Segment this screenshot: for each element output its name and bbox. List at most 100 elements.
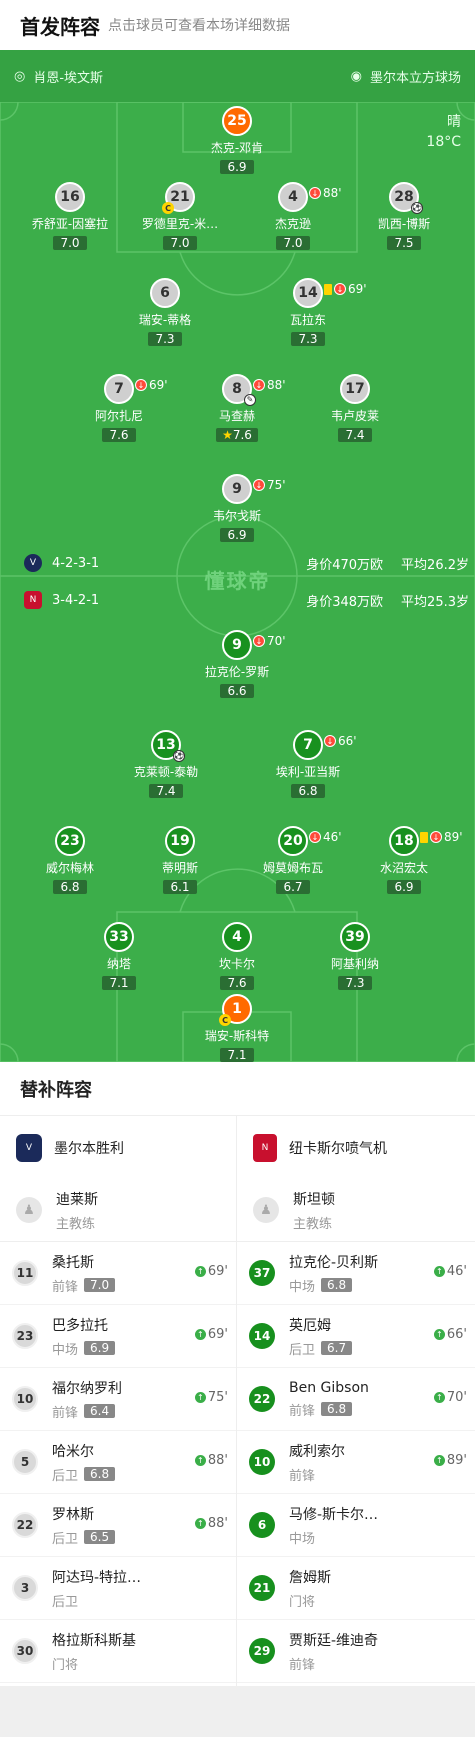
home-subs-column: V 墨尔本胜利 ♟ 迪莱斯 主教练 11 桑托斯 前锋 7.0 ↑ 69' 23 巴多拉托 中场 6…: [0, 1116, 237, 1686]
sub-out-icon: ↓: [430, 831, 442, 843]
player-events: ↓ 88': [309, 186, 342, 200]
away-team-name: 纽卡斯尔喷气机: [289, 1140, 387, 1157]
home-player[interactable]: 9 ↓ 75' 韦尔戈斯 6.9: [177, 474, 297, 543]
player-events: ↓ 69': [135, 378, 168, 392]
pitch: ◎ 肖恩-埃文斯 ◉ 墨尔本立方球场 晴 18°C 懂球帝 V 4-2-3-1 身价…: [0, 50, 475, 1062]
away-player[interactable]: 1 C 瑞安-斯科特 7.1: [177, 994, 297, 1062]
sub-number: 22: [12, 1512, 38, 1538]
page-subtitle: 点击球员可查看本场详细数据: [108, 18, 290, 34]
sub-name: 詹姆斯: [289, 1569, 331, 1586]
sub-name: 阿达玛-特拉…: [52, 1569, 142, 1586]
sub-name: 巴多拉托: [52, 1317, 108, 1334]
sub-in-time: ↑ 69': [194, 1327, 228, 1342]
away-player[interactable]: 33 纳塔 7.1: [59, 922, 179, 991]
player-number: 14: [293, 278, 323, 308]
home-player[interactable]: 21 C 罗德里克-米… 7.0: [120, 182, 240, 251]
away-sub-row[interactable]: 10 威利索尔 前锋 ↑ 89': [237, 1431, 475, 1494]
home-crest-icon: V: [24, 554, 42, 572]
home-sub-row[interactable]: 10 福尔纳罗利 前锋 6.4 ↑ 75': [0, 1368, 236, 1431]
home-sub-row[interactable]: 11 桑托斯 前锋 7.0 ↑ 69': [0, 1242, 236, 1305]
player-rating-value: 7.6: [232, 428, 252, 442]
home-player[interactable]: 6 瑞安-蒂格 7.3: [105, 278, 225, 347]
player-name: 水沼宏太: [379, 861, 428, 875]
player-rating-value: 7.3: [298, 332, 318, 346]
player-rating: 7.0: [276, 236, 310, 250]
player-events: ↓ 89': [420, 830, 463, 844]
home-coach-row[interactable]: ♟ 迪莱斯 主教练: [0, 1179, 236, 1242]
sub-rating: 6.4: [84, 1404, 116, 1418]
away-sub-row[interactable]: 22 Ben Gibson 前锋 6.8 ↑ 70': [237, 1368, 475, 1431]
away-player[interactable]: 7 ↓ 66' 埃利-亚当斯 6.8: [248, 730, 368, 799]
player-name: 瑞安-蒂格: [138, 313, 192, 327]
home-player[interactable]: 8 ✎ ↓ 88' 马查赫 ★7.6: [177, 374, 297, 443]
subs-panel: V 墨尔本胜利 ♟ 迪莱斯 主教练 11 桑托斯 前锋 7.0 ↑ 69' 23 巴多拉托 中场 6…: [0, 1116, 475, 1686]
home-player[interactable]: 14 ↓ 69' 瓦拉东 7.3: [248, 278, 368, 347]
player-rating: 6.9: [220, 528, 254, 542]
away-coach-role: 主教练: [293, 1216, 333, 1232]
goal-ball-icon: ⚽: [411, 202, 423, 214]
player-name: 韦卢皮莱: [330, 409, 379, 423]
home-sub-row[interactable]: 23 巴多拉托 中场 6.9 ↑ 69': [0, 1305, 236, 1368]
away-coach-row[interactable]: ♟ 斯坦顿 主教练: [237, 1179, 475, 1242]
player-number: 9: [222, 630, 252, 660]
away-sub-row[interactable]: 14 英厄姆 后卫 6.7 ↑ 66': [237, 1305, 475, 1368]
home-player[interactable]: 25 杰克-邓肯 6.9: [177, 106, 297, 175]
player-name: 埃利-亚当斯: [275, 765, 341, 779]
home-player[interactable]: 28 ⚽ 凯西-博斯 7.5: [344, 182, 464, 251]
away-player[interactable]: 18 ↓ 89' 水沼宏太 6.9: [344, 826, 464, 895]
away-player[interactable]: 19 蒂明斯 6.1: [120, 826, 240, 895]
home-player[interactable]: 4 ↓ 88' 杰克逊 7.0: [233, 182, 353, 251]
away-sub-row[interactable]: 6 马修-斯卡尔… 中场: [237, 1494, 475, 1557]
player-name: 瑞安-斯科特: [204, 1029, 270, 1043]
player-rating: 7.6: [102, 428, 136, 442]
yellow-card-icon: [324, 283, 332, 295]
player-rating-value: 7.6: [227, 976, 247, 990]
home-sub-row[interactable]: 3 阿达玛-特拉… 后卫: [0, 1557, 236, 1620]
player-number-text: 23: [60, 833, 80, 849]
sub-in-icon: ↑: [194, 1329, 206, 1340]
home-player[interactable]: 17 韦卢皮莱 7.4: [295, 374, 415, 443]
sub-in-minute: 69': [207, 1264, 228, 1279]
player-rating: 7.6: [220, 976, 254, 990]
away-sub-row[interactable]: 37 拉克伦-贝利斯 中场 6.8 ↑ 46': [237, 1242, 475, 1305]
captain-badge: C: [162, 202, 174, 214]
away-player[interactable]: 4 坎卡尔 7.6: [177, 922, 297, 991]
player-name: 蒂明斯: [161, 861, 198, 875]
sub-out-icon: ↓: [253, 479, 265, 491]
sub-number: 6: [249, 1512, 275, 1538]
sub-position: 前锋: [289, 1468, 316, 1484]
home-sub-row[interactable]: 30 格拉斯科斯基 门将: [0, 1620, 236, 1683]
away-team-row[interactable]: N 纽卡斯尔喷气机: [237, 1116, 475, 1179]
sub-time: 69': [149, 378, 168, 392]
away-sub-row[interactable]: 21 詹姆斯 门将: [237, 1557, 475, 1620]
home-player[interactable]: 7 ↓ 69' 阿尔扎尼 7.6: [59, 374, 179, 443]
sub-in-time: ↑ 46': [433, 1264, 467, 1279]
home-subs-list: 11 桑托斯 前锋 7.0 ↑ 69' 23 巴多拉托 中场 6.9 ↑ 69' 10 福尔纳罗利 前锋 6.…: [0, 1242, 236, 1683]
away-player[interactable]: 23 威尔梅林 6.8: [10, 826, 130, 895]
away-sub-row[interactable]: 29 贾斯廷-维迪奇 前锋: [237, 1620, 475, 1683]
home-sub-row[interactable]: 22 罗林斯 后卫 6.5 ↑ 88': [0, 1494, 236, 1557]
player-rating: 6.7: [276, 880, 310, 894]
player-number: 4: [222, 922, 252, 952]
assist-icon: ✎: [244, 394, 256, 406]
sub-rating: 6.5: [84, 1530, 116, 1544]
sub-number: 10: [12, 1386, 38, 1412]
match-info-bar: ◎ 肖恩-埃文斯 ◉ 墨尔本立方球场: [0, 50, 475, 102]
home-player[interactable]: 16 乔舒亚-因塞拉 7.0: [10, 182, 130, 251]
away-player[interactable]: 20 ↓ 46' 姆莫姆布瓦 6.7: [233, 826, 353, 895]
player-number-text: 20: [283, 833, 303, 849]
home-stats: 身价470万欧 平均26.2岁: [306, 554, 469, 573]
away-player[interactable]: 39 阿基利纳 7.3: [295, 922, 415, 991]
player-events: ↓ 46': [309, 830, 342, 844]
away-player[interactable]: 13 ⚽ 克莱顿-泰勒 7.4: [106, 730, 226, 799]
player-number-text: 14: [298, 285, 318, 301]
sub-rating: 6.8: [321, 1278, 353, 1292]
player-number: 20: [278, 826, 308, 856]
away-player[interactable]: 9 ↓ 70' 拉克伦-罗斯 6.6: [177, 630, 297, 699]
home-team-row[interactable]: V 墨尔本胜利: [0, 1116, 236, 1179]
home-coach-name: 迪莱斯: [56, 1191, 98, 1208]
home-sub-row[interactable]: 5 哈米尔 后卫 6.8 ↑ 88': [0, 1431, 236, 1494]
player-rating-value: 7.1: [109, 976, 129, 990]
home-formation-text: 4-2-3-1: [52, 555, 100, 571]
player-rating-value: 7.5: [394, 236, 414, 250]
